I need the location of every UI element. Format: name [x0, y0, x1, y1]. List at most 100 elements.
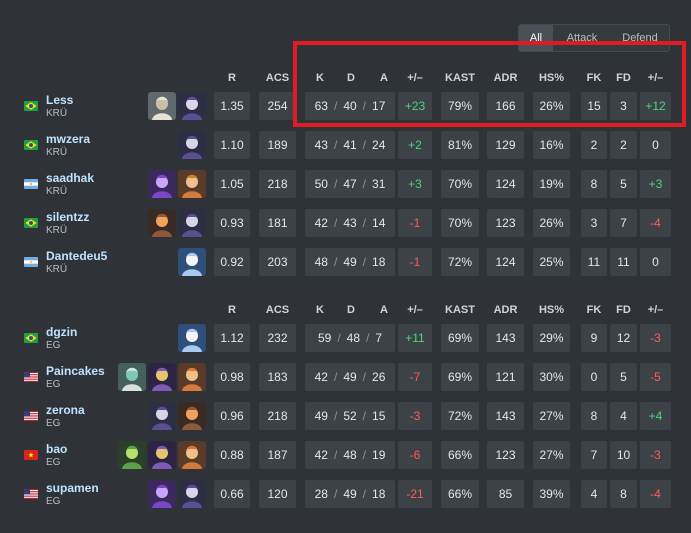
player-team-tag: EG	[46, 340, 61, 351]
stat-cell-kd: +3	[398, 170, 432, 198]
column-header-a: A	[380, 304, 388, 316]
stat-cell-kda: 49 / 52 / 15	[305, 402, 395, 430]
kills-value: 42	[314, 448, 328, 462]
breach-agent-icon	[178, 363, 206, 391]
column-header-fk: FK	[586, 72, 602, 84]
separator: /	[362, 255, 367, 269]
assists-value: 31	[372, 177, 386, 191]
stat-cell-acs: 218	[259, 402, 296, 430]
player-name-link[interactable]: Less	[46, 93, 73, 107]
assists-value: 14	[372, 216, 386, 230]
player-team-tag: KRÜ	[46, 108, 68, 119]
stat-cell-r: 1.10	[214, 131, 250, 159]
assists-value: 15	[372, 409, 386, 423]
column-header-r: R	[228, 72, 236, 84]
player-team-tag: KRÜ	[46, 147, 68, 158]
stat-cell-kd: -1	[398, 248, 432, 276]
player-name-link[interactable]: saadhak	[46, 171, 94, 185]
stat-cell-adr: 123	[487, 209, 524, 237]
stat-cell-acs: 232	[259, 324, 296, 352]
stat-cell-fd: 10	[610, 441, 637, 469]
stat-cell-adr: 143	[487, 402, 524, 430]
omen-agent-icon	[178, 92, 206, 120]
player-row: dgzin EG 1.12 232 59 / 48 / 7 +11 69% 143 29% 9 12 -3	[0, 324, 691, 354]
stat-cell-fkd: -4	[640, 480, 671, 508]
agent-icons	[118, 441, 206, 469]
column-header-fd: FD	[616, 72, 631, 84]
deaths-value: 52	[343, 409, 357, 423]
player-name-link[interactable]: silentzz	[46, 210, 89, 224]
agent-icons	[148, 170, 206, 198]
filter-attack-button[interactable]: Attack	[553, 25, 611, 51]
player-name-link[interactable]: bao	[46, 442, 67, 456]
player-row: silentzz KRÜ 0.93 181 42 / 43 / 14 -1 70% 123 26% 3 7-…	[0, 209, 691, 239]
stat-cell-fd: 7	[610, 209, 637, 237]
side-filter-toggle: All Attack Defend	[518, 24, 670, 52]
kills-value: 63	[314, 99, 328, 113]
stat-cell-acs: 181	[259, 209, 296, 237]
column-header-k: K	[316, 304, 324, 316]
column-header-kast: KAST	[445, 304, 475, 316]
stat-cell-r: 1.35	[214, 92, 250, 120]
stat-cell-kd: +23	[398, 92, 432, 120]
separator: /	[333, 370, 338, 384]
stat-cell-kast: 70%	[441, 209, 479, 237]
stat-cell-fkd: 0	[640, 131, 671, 159]
usa-flag-icon	[24, 489, 38, 499]
player-row: Paincakes EG 0.98 183 42 / 49 / 26 -7 69% 121 30% 0 5-…	[0, 363, 691, 393]
separator: /	[362, 99, 367, 113]
player-row: mwzera KRÜ 1.10 189 43/41/24 +2 81% 129 16% 2 2 0	[0, 131, 691, 161]
player-name-link[interactable]: Dantedeu5	[46, 249, 107, 263]
stat-cell-kda: 50 / 47 / 31	[305, 170, 395, 198]
stat-cell-kd: -3	[398, 402, 432, 430]
deaths-value: 48	[346, 331, 361, 345]
stat-cell-kd: -6	[398, 441, 432, 469]
deaths-value: 40	[343, 99, 357, 113]
stat-cell-fk: 11	[581, 248, 607, 276]
column-header-hs: HS%	[538, 72, 565, 84]
stat-cell-hs: 26%	[533, 92, 570, 120]
reyna-agent-icon	[148, 480, 176, 508]
column-header-a: A	[380, 72, 388, 84]
stat-cell-fkd: -3	[640, 324, 671, 352]
deaths-value: 49	[343, 255, 357, 269]
stat-cell-fk: 4	[581, 480, 607, 508]
player-name-link[interactable]: dgzin	[46, 325, 77, 339]
filter-all-button[interactable]: All	[519, 25, 553, 51]
player-row: bao EG 0.88 187 42 / 48 / 19 -6 66% 123 27% 7 10 -3	[0, 441, 691, 471]
stat-cell-hs: 27%	[533, 402, 570, 430]
agent-icons	[148, 480, 206, 508]
stat-cell-fk: 0	[581, 363, 607, 391]
separator: /	[362, 138, 367, 152]
stat-cell-kast: 69%	[441, 363, 479, 391]
stat-cell-adr: 129	[487, 131, 524, 159]
stat-cell-kda: 42 / 43 / 14	[305, 209, 395, 237]
stat-cell-adr: 143	[487, 324, 524, 352]
kills-value: 48	[314, 255, 328, 269]
separator: /	[362, 487, 367, 501]
separator: /	[333, 177, 338, 191]
player-name-link[interactable]: Paincakes	[46, 364, 105, 378]
separator: /	[337, 331, 341, 345]
column-header-kd: +/–	[407, 72, 423, 84]
separator: /	[362, 409, 367, 423]
player-team-tag: EG	[46, 418, 61, 429]
stat-cell-r: 0.93	[214, 209, 250, 237]
player-name-link[interactable]: zerona	[46, 403, 85, 417]
player-row: zerona EG 0.96 218 49 / 52 / 15 -3 72% 143 27% 8 4 +4	[0, 402, 691, 432]
column-header-d: D	[347, 304, 355, 316]
stat-cell-hs: 25%	[533, 248, 570, 276]
vietnam-flag-icon	[24, 450, 38, 460]
column-header-fkd: +/–	[647, 72, 664, 84]
agent-icons	[178, 248, 206, 276]
separator: /	[362, 370, 367, 384]
stat-cell-hs: 30%	[533, 363, 570, 391]
player-row: saadhak KRÜ 1.05 218 50/47/31 +3 70% 124 19% 8 5 +3	[0, 170, 691, 200]
kills-value: 59	[317, 331, 332, 345]
player-name-link[interactable]: supamen	[46, 481, 99, 495]
assists-value: 18	[372, 487, 386, 501]
omen-agent-icon	[178, 131, 206, 159]
player-name-link[interactable]: mwzera	[46, 132, 90, 146]
filter-defend-button[interactable]: Defend	[611, 25, 669, 51]
jett-agent-icon	[178, 324, 206, 352]
